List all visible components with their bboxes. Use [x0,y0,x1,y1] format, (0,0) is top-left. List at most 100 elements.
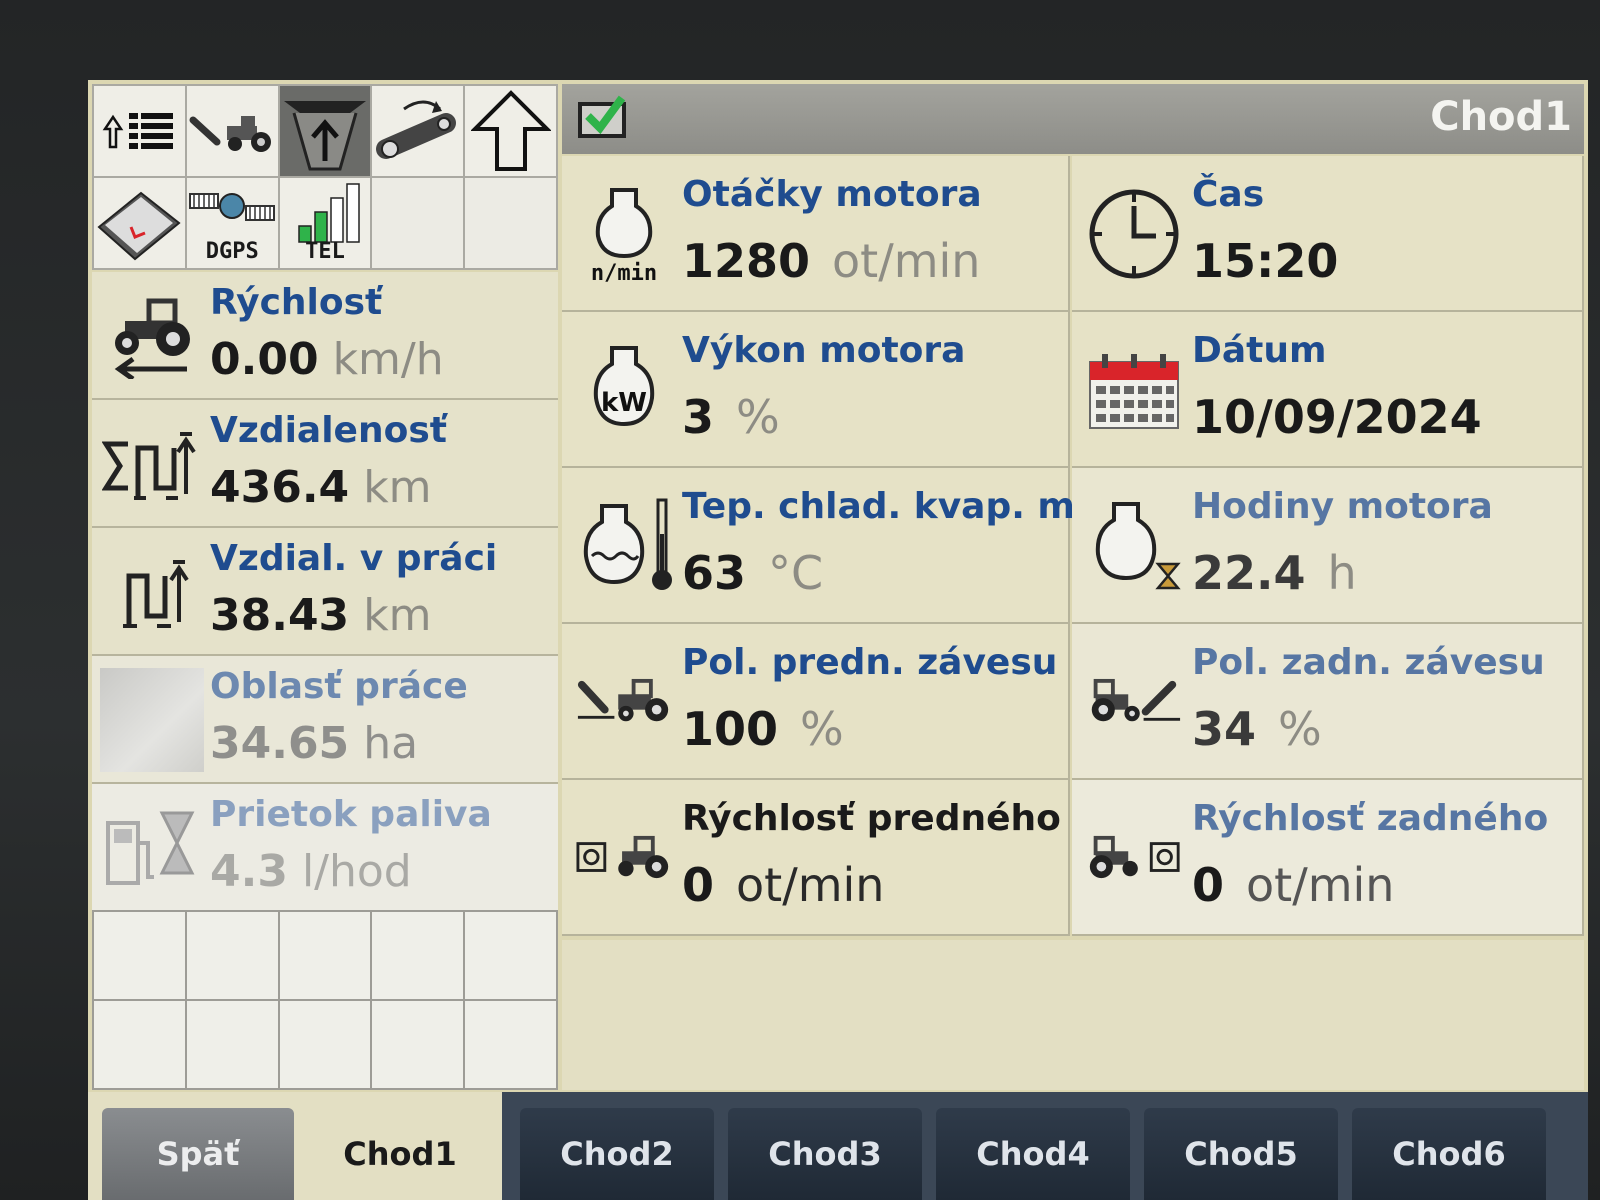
engine-power-unit: % [736,390,780,444]
empty-slot[interactable] [279,1001,371,1088]
tool-arrow-up[interactable] [465,86,556,176]
engine-hours-unit: h [1327,546,1357,600]
work-distance-value-line: 38.43 km [210,590,432,641]
rear-pto-speed-label: Rýchlosť zadného [1192,798,1549,839]
front-hitch-tractor-icon [189,116,272,152]
coolant-temp-value: 63 [682,546,747,600]
fuel-flow-label: Prietok paliva [210,794,492,835]
tab-chod4[interactable]: Chod4 [936,1108,1130,1200]
work-distance-unit: km [363,590,432,641]
front-pto-speed-label: Rýchlosť predného [682,798,1061,839]
rear-pto-speed-value: 0 [1192,858,1225,912]
empty-slot[interactable] [279,912,371,999]
rear-hitch-position-unit: % [1278,702,1322,756]
tool-book[interactable] [94,178,185,268]
tel-label: TEL [305,239,345,264]
arrow-up-icon [470,90,551,171]
cell-front-hitch-position[interactable]: Pol. predn. závesu 100% [562,624,1070,780]
cell-engine-hours[interactable]: Hodiny motora 22.4 h [1072,468,1584,624]
tab-chod6[interactable]: Chod6 [1352,1108,1546,1200]
empty-slot[interactable] [465,912,556,999]
empty-slot[interactable] [372,1001,464,1088]
engine-rpm-icon-text: n/min [590,261,658,286]
tool-empty-slot[interactable] [372,178,464,268]
engine-hours-value: 22.4 [1192,546,1306,600]
fuel-flow-value-line: 4.3 l/hod [210,846,412,897]
time-value: 15:20 [1192,234,1339,288]
front-hitch-position-icon [577,678,669,722]
empty-slot[interactable] [186,1001,278,1088]
fuel-flow-unit: l/hod [301,846,412,897]
engine-power-value: 3 [682,390,715,444]
rear-pto-speed-unit: ot/min [1246,858,1395,912]
tab-chod1[interactable]: Chod1 [304,1108,496,1200]
tool-dgps[interactable]: DGPS [186,178,278,268]
tractor-speed-icon [114,298,190,379]
list-menu-icon [103,113,174,149]
list-item-work-area[interactable]: Oblasť práce 34.65 ha [92,656,558,784]
hitch-up-icon [283,101,366,171]
empty-slot[interactable] [465,1001,556,1088]
distance-unit: km [363,462,432,513]
tool-grid: DGPS TEL [92,84,558,270]
engine-hours-value-line: 22.4 h [1192,546,1357,600]
rotate-link-icon [375,100,456,159]
rear-hitch-position-value: 34 [1192,702,1257,756]
engine-rpm-unit: ot/min [832,234,981,288]
empty-slot[interactable] [372,912,464,999]
tool-list-menu[interactable] [94,86,185,176]
tool-front-hitch[interactable] [186,86,278,176]
fuel-flow-icon [106,811,195,885]
empty-slot[interactable] [94,1001,185,1088]
cell-rear-pto-speed[interactable]: Rýchlosť zadného 0 ot/min [1072,780,1584,936]
front-hitch-position-value-line: 100% [682,702,844,756]
tool-hitch-up[interactable] [279,86,371,176]
list-item-fuel-flow[interactable]: Prietok paliva 4.3 l/hod [92,784,558,912]
tab-chod3[interactable]: Chod3 [728,1108,922,1200]
tab-chod5[interactable]: Chod5 [1144,1108,1338,1200]
empty-slot[interactable] [186,912,278,999]
checkmark-icon[interactable] [578,94,630,140]
work-area-label: Oblasť práce [210,666,468,707]
engine-power-icon-text: kW [601,388,647,418]
cell-time[interactable]: Čas 15:20 [1072,156,1584,312]
work-distance-label: Vzdial. v práci [210,538,498,579]
calendar-icon [1089,354,1179,429]
dgps-label: DGPS [205,239,259,264]
clock-icon [1089,189,1179,279]
rear-hitch-position-icon [1091,678,1181,722]
speed-label: Rýchlosť [210,282,383,323]
coolant-temp-value-line: 63 °C [682,546,823,600]
empty-slot-grid [92,910,558,1090]
cell-engine-rpm[interactable]: n/min Otáčky motora 1280 ot/min [562,156,1070,312]
list-item-distance[interactable]: Vzdialenosť 436.4 km [92,400,558,528]
rear-pto-icon [1089,835,1180,879]
front-pto-icon [576,835,669,879]
cell-rear-hitch-position[interactable]: Pol. zadn. závesu 34% [1072,624,1584,780]
cell-date[interactable]: Dátum 10/09/2024 [1072,312,1584,468]
engine-rpm-value-line: 1280 ot/min [682,234,980,288]
back-button[interactable]: Späť [102,1108,294,1200]
distance-value: 436.4 [210,462,350,513]
distance-value-line: 436.4 km [210,462,432,513]
list-item-work-distance[interactable]: Vzdial. v práci 38.43 km [92,528,558,656]
work-area-unit: ha [363,718,419,769]
speed-unit: km/h [332,334,444,385]
list-item-speed[interactable]: Rýchlosť 0.00 km/h [92,272,558,400]
date-value: 10/09/2024 [1192,390,1482,444]
tab-chod2[interactable]: Chod2 [520,1108,714,1200]
distance-label: Vzdialenosť [210,410,447,451]
terminal-screen: DGPS TEL Rýchlosť 0.00 km/h Vzdialenosť … [88,80,1588,1200]
coolant-temp-icon [583,498,672,590]
empty-slot[interactable] [94,912,185,999]
cell-coolant-temp[interactable]: Tep. chlad. kvap. m 63 °C [562,468,1075,624]
work-area-value-line: 34.65 ha [210,718,418,769]
cell-front-pto-speed[interactable]: Rýchlosť predného 0 ot/min [562,780,1070,936]
work-area-icon [100,668,204,772]
tool-empty-slot[interactable] [465,178,556,268]
tel-signal-icon [298,183,360,243]
tool-tel[interactable]: TEL [279,178,371,268]
tool-rotate-link[interactable] [372,86,464,176]
engine-rpm-label: Otáčky motora [682,174,982,215]
cell-engine-power[interactable]: kW Výkon motora 3% [562,312,1070,468]
